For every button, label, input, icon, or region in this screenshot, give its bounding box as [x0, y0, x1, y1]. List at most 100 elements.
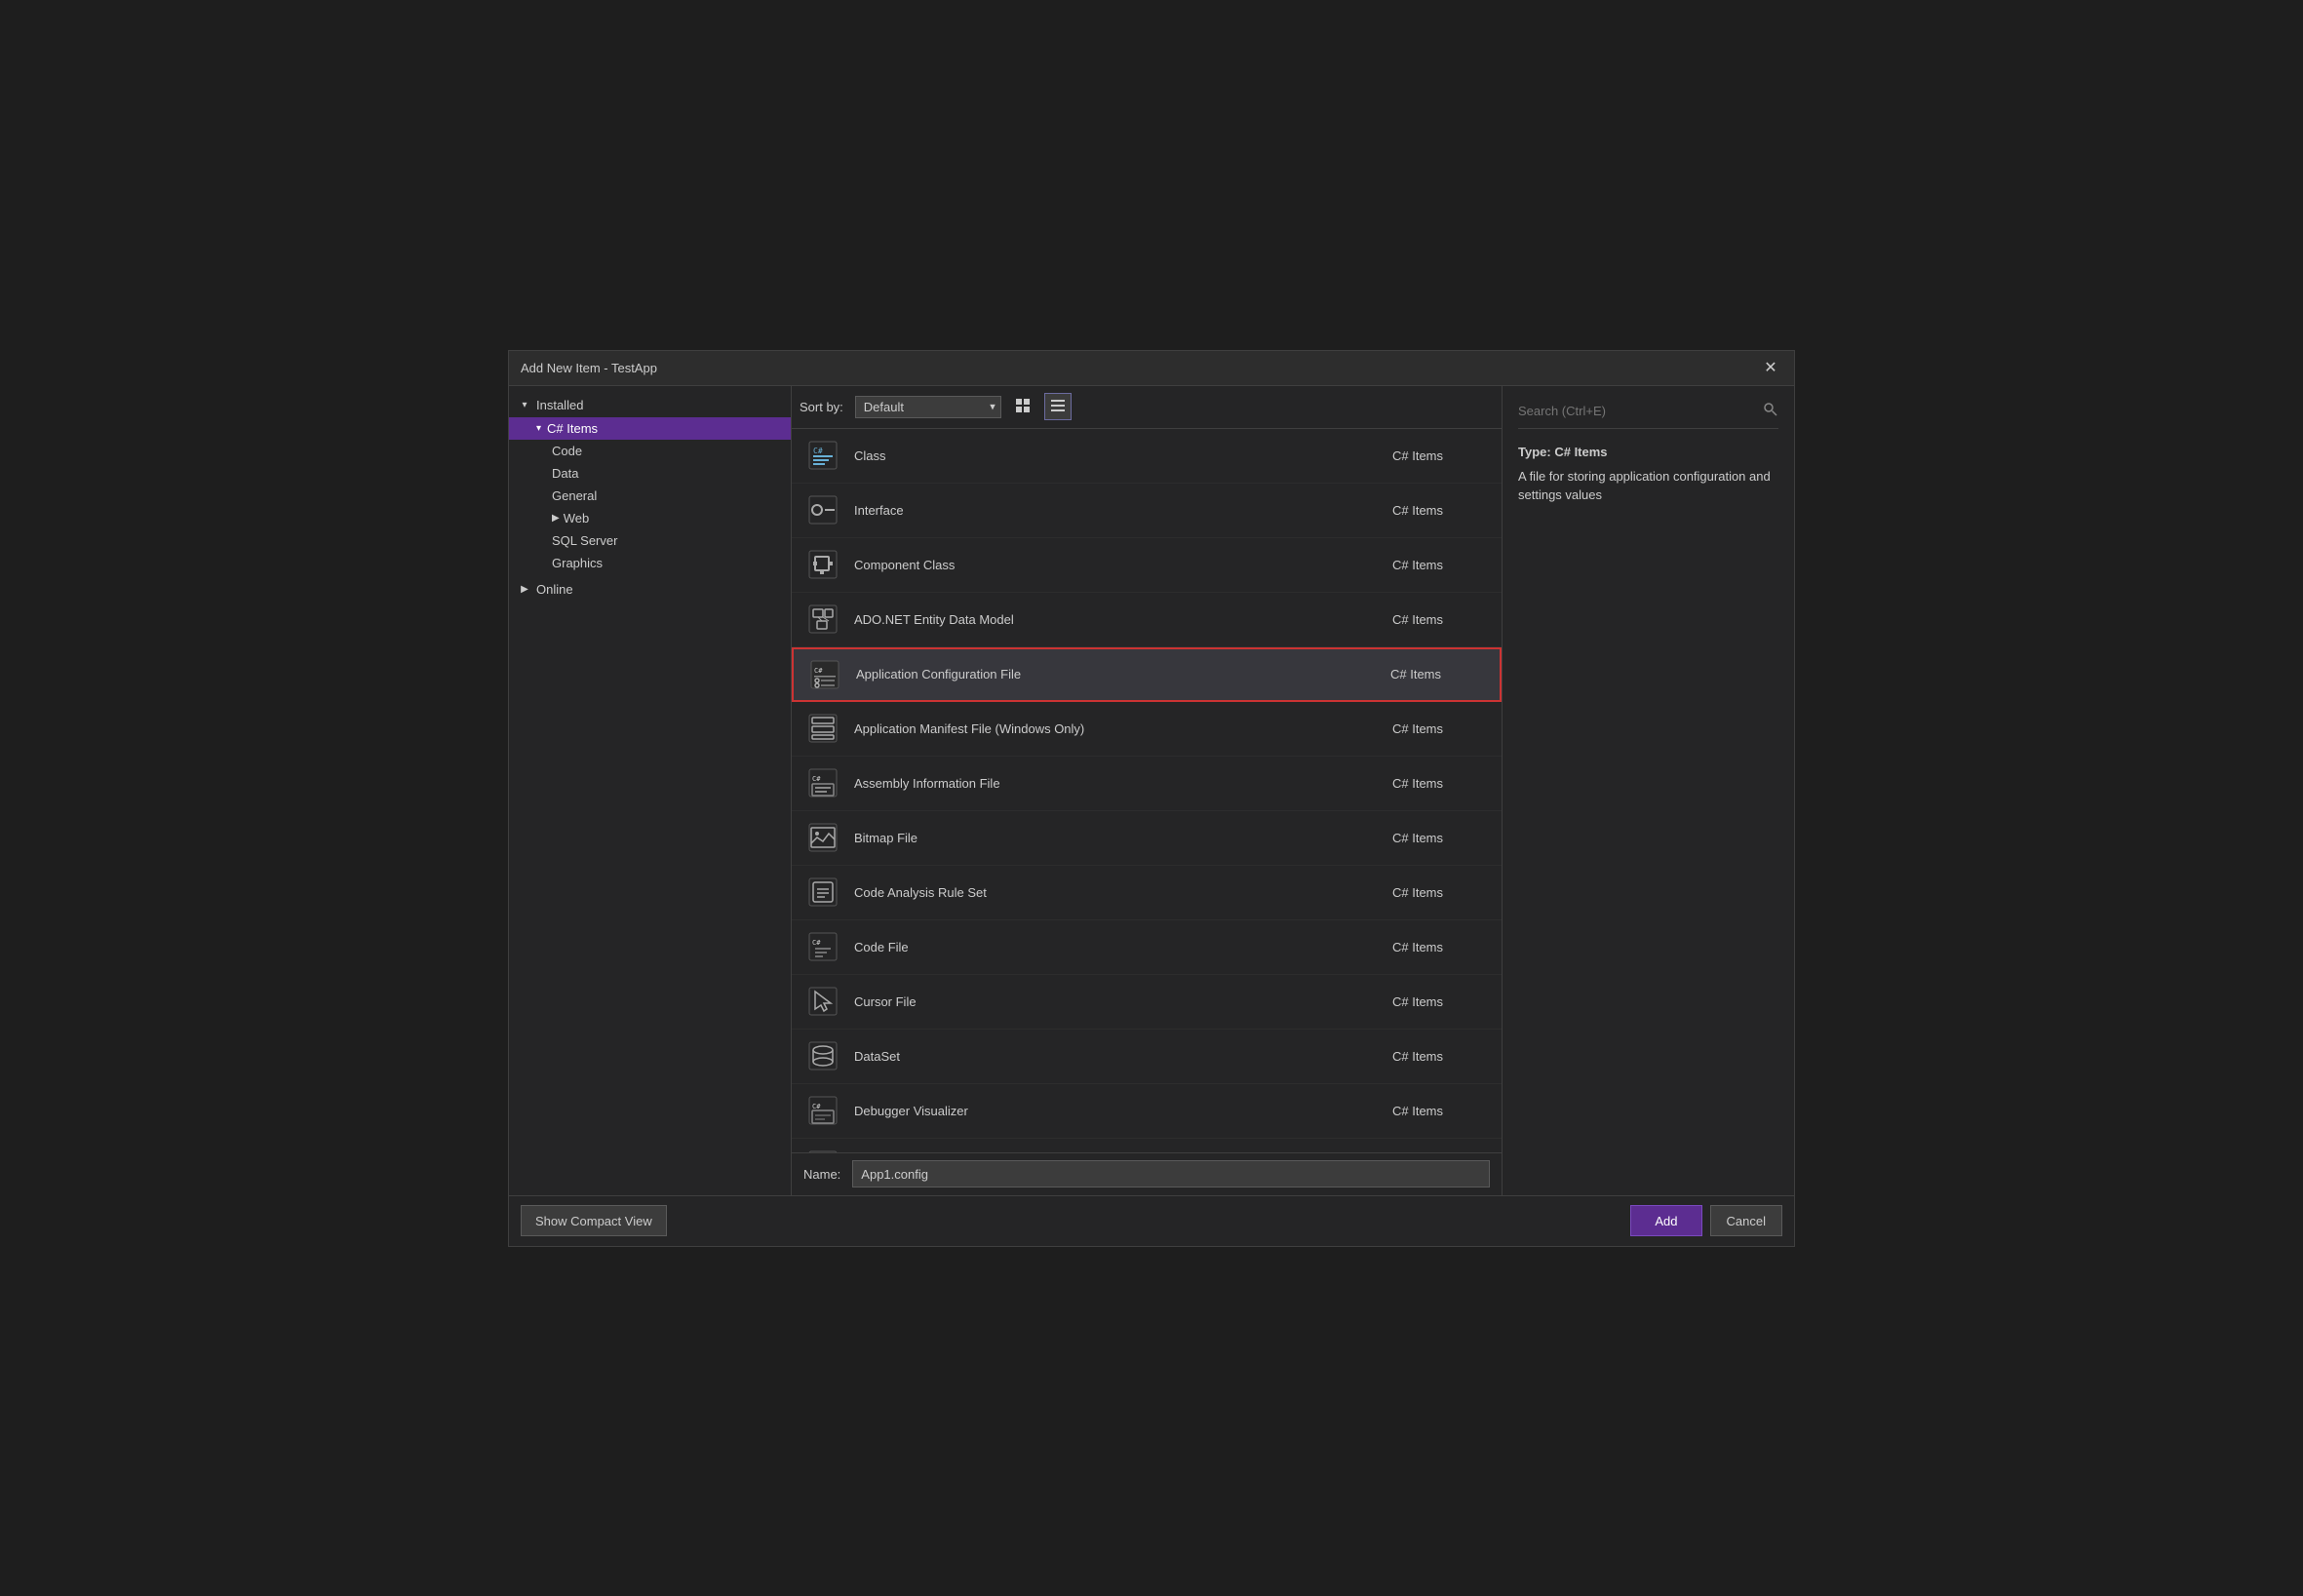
add-button[interactable]: Add	[1630, 1205, 1701, 1236]
item-category-app-config: C# Items	[1390, 667, 1488, 681]
type-label-text: Type:	[1518, 445, 1551, 459]
search-bar	[1518, 402, 1778, 429]
svg-text:C#: C#	[814, 667, 823, 675]
type-description: A file for storing application configura…	[1518, 467, 1778, 505]
item-row-dataset[interactable]: DataSet C# Items	[792, 1030, 1502, 1084]
sidebar-item-general[interactable]: General	[509, 485, 791, 507]
item-category-dataset: C# Items	[1392, 1049, 1490, 1064]
item-row-ado-net[interactable]: ADO.NET Entity Data Model C# Items	[792, 593, 1502, 647]
sidebar-item-online[interactable]: ▶ Online	[509, 578, 791, 602]
sidebar-item-csharp-items[interactable]: ▾ C# Items	[509, 417, 791, 440]
item-icon-ado-net	[803, 600, 842, 639]
title-bar: Add New Item - TestApp ✕	[509, 351, 1794, 386]
sidebar-item-graphics[interactable]: Graphics	[509, 552, 791, 574]
sort-label: Sort by:	[800, 400, 843, 414]
sidebar-item-data[interactable]: Data	[509, 462, 791, 485]
grid-view-icon	[1015, 398, 1031, 416]
sidebar-item-code[interactable]: Code	[509, 440, 791, 462]
item-name-app-manifest: Application Manifest File (Windows Only)	[854, 721, 1392, 736]
right-panel: Type: C# Items A file for storing applic…	[1502, 386, 1794, 1195]
item-icon-dataset	[803, 1036, 842, 1075]
item-category-cursor-file: C# Items	[1392, 994, 1490, 1009]
item-name-assembly-info: Assembly Information File	[854, 776, 1392, 791]
item-category-ado-net: C# Items	[1392, 612, 1490, 627]
item-icon-interface	[803, 490, 842, 529]
item-row-component-class[interactable]: Component Class C# Items	[792, 538, 1502, 593]
item-row-assembly-info[interactable]: C# Assembly Information File C# Items	[792, 757, 1502, 811]
item-icon-cursor-file	[803, 982, 842, 1021]
item-name-app-config: Application Configuration File	[856, 667, 1390, 681]
main-content: ▾ Installed ▾ C# Items Code Data General	[509, 386, 1794, 1195]
general-label: General	[552, 488, 597, 503]
item-row-bitmap[interactable]: Bitmap File C# Items	[792, 811, 1502, 866]
item-row-class[interactable]: C# Class C# Items	[792, 429, 1502, 484]
item-row-app-config[interactable]: C# Application Configuration File C# Ite…	[792, 647, 1502, 702]
sidebar-item-web[interactable]: ▶ Web	[509, 507, 791, 529]
item-name-component-class: Component Class	[854, 558, 1392, 572]
list-view-button[interactable]	[1044, 393, 1072, 420]
toolbar: Sort by: Default Name Type	[792, 386, 1502, 429]
item-icon-component-class	[803, 545, 842, 584]
installed-chevron: ▾	[517, 398, 532, 413]
item-name-ado-net: ADO.NET Entity Data Model	[854, 612, 1392, 627]
item-row-code-analysis[interactable]: Code Analysis Rule Set C# Items	[792, 866, 1502, 920]
item-name-cursor-file: Cursor File	[854, 994, 1392, 1009]
item-row-editorconfig[interactable]: editorconfig File (.NET) C# Items	[792, 1139, 1502, 1152]
item-row-code-file[interactable]: C# Code File C# Items	[792, 920, 1502, 975]
item-icon-code-analysis	[803, 873, 842, 912]
close-button[interactable]: ✕	[1759, 356, 1782, 379]
search-icon	[1763, 402, 1778, 420]
add-new-item-dialog: Add New Item - TestApp ✕ ▾ Installed ▾ C…	[508, 350, 1795, 1247]
item-category-component-class: C# Items	[1392, 558, 1490, 572]
item-category-code-analysis: C# Items	[1392, 885, 1490, 900]
item-category-debugger-vis: C# Items	[1392, 1104, 1490, 1118]
item-name-dataset: DataSet	[854, 1049, 1392, 1064]
item-row-cursor-file[interactable]: Cursor File C# Items	[792, 975, 1502, 1030]
sql-server-label: SQL Server	[552, 533, 617, 548]
item-name-interface: Interface	[854, 503, 1392, 518]
item-category-assembly-info: C# Items	[1392, 776, 1490, 791]
grid-view-button[interactable]	[1009, 393, 1036, 420]
item-icon-app-config: C#	[805, 655, 844, 694]
item-name-bitmap: Bitmap File	[854, 831, 1392, 845]
item-name-class: Class	[854, 448, 1392, 463]
footer-actions: Add Cancel	[1630, 1205, 1782, 1236]
center-panel: Sort by: Default Name Type	[792, 386, 1502, 1195]
search-input[interactable]	[1518, 404, 1763, 418]
item-row-debugger-vis[interactable]: C# Debugger Visualizer C# Items	[792, 1084, 1502, 1139]
svg-text:C#: C#	[813, 447, 823, 455]
cancel-button[interactable]: Cancel	[1710, 1205, 1782, 1236]
sidebar-item-sql-server[interactable]: SQL Server	[509, 529, 791, 552]
online-label: Online	[536, 582, 573, 597]
sort-select-wrapper: Default Name Type	[855, 396, 1001, 418]
item-icon-debugger-vis: C#	[803, 1091, 842, 1130]
item-category-interface: C# Items	[1392, 503, 1490, 518]
footer: Show Compact View Add Cancel	[509, 1195, 1794, 1246]
list-view-icon	[1050, 398, 1066, 416]
type-value: C# Items	[1554, 445, 1607, 459]
sort-select[interactable]: Default Name Type	[855, 396, 1001, 418]
graphics-label: Graphics	[552, 556, 603, 570]
item-row-interface[interactable]: Interface C# Items	[792, 484, 1502, 538]
show-compact-button[interactable]: Show Compact View	[521, 1205, 667, 1236]
sidebar: ▾ Installed ▾ C# Items Code Data General	[509, 386, 792, 1195]
svg-text:C#: C#	[812, 775, 821, 783]
name-bar: Name:	[792, 1152, 1502, 1195]
item-icon-app-manifest	[803, 709, 842, 748]
item-row-app-manifest[interactable]: Application Manifest File (Windows Only)…	[792, 702, 1502, 757]
item-icon-bitmap	[803, 818, 842, 857]
name-label: Name:	[803, 1167, 840, 1182]
items-list: C# Class C# Items	[792, 429, 1502, 1152]
name-input[interactable]	[852, 1160, 1490, 1187]
dialog-title: Add New Item - TestApp	[521, 361, 657, 375]
svg-text:C#: C#	[812, 1103, 821, 1110]
item-category-app-manifest: C# Items	[1392, 721, 1490, 736]
item-category-bitmap: C# Items	[1392, 831, 1490, 845]
item-category-class: C# Items	[1392, 448, 1490, 463]
type-info: Type: C# Items	[1518, 445, 1778, 459]
svg-text:C#: C#	[812, 939, 821, 947]
sidebar-item-installed[interactable]: ▾ Installed	[509, 394, 791, 417]
item-category-code-file: C# Items	[1392, 940, 1490, 954]
web-label: Web	[564, 511, 590, 526]
csharp-chevron: ▾	[536, 423, 541, 434]
